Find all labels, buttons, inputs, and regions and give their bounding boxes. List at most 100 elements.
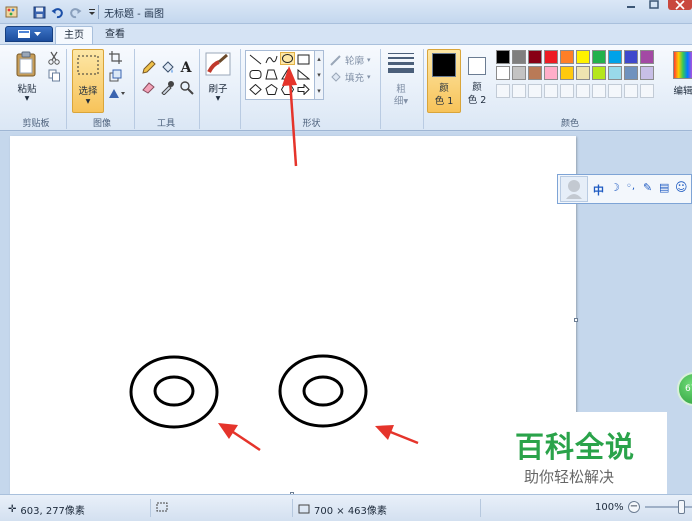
customize-toolbar-icon[interactable] [85, 5, 99, 19]
rectangle-shape-icon[interactable] [296, 53, 311, 66]
color-swatch[interactable] [576, 50, 590, 64]
custom-color-slot[interactable] [624, 84, 638, 98]
edit-colors-icon[interactable] [673, 51, 692, 79]
paint-app-icon[interactable] [5, 5, 19, 19]
cut-icon[interactable] [45, 49, 63, 66]
punctuation-icon[interactable]: ◦, [626, 181, 635, 192]
canvas-resize-handle-right[interactable] [574, 318, 578, 322]
crop-icon[interactable] [106, 49, 124, 66]
drawing-canvas[interactable] [10, 136, 576, 494]
custom-color-slot[interactable] [576, 84, 590, 98]
color-swatch[interactable] [560, 66, 574, 80]
color-swatch[interactable] [544, 50, 558, 64]
color-swatch[interactable] [640, 66, 654, 80]
select-icon [77, 55, 99, 75]
brush-icon[interactable] [204, 51, 232, 77]
fill-button[interactable]: 填充 ▾ [330, 70, 371, 84]
size-button[interactable]: 细▾ [386, 93, 416, 107]
color-swatch[interactable] [512, 66, 526, 80]
color-picker-icon[interactable] [158, 79, 176, 96]
custom-color-slot[interactable] [592, 84, 606, 98]
right-triangle-shape-icon[interactable] [296, 68, 311, 81]
menu-icon [18, 30, 30, 38]
moon-icon[interactable]: ☽ [610, 181, 620, 194]
right-outer-ellipse [278, 354, 368, 428]
line-shape-icon[interactable] [248, 53, 263, 66]
color-swatch[interactable] [640, 50, 654, 64]
zoom-slider-thumb[interactable] [678, 500, 685, 514]
brushes-chevron-icon[interactable]: ▾ [204, 93, 232, 104]
ime-mode-toggle[interactable]: 中 [593, 182, 604, 198]
keyboard-icon[interactable]: ▤ [659, 181, 669, 194]
close-icon[interactable] [668, 0, 692, 10]
ime-logo-icon[interactable] [560, 176, 588, 202]
tab-home[interactable]: 主页 [55, 26, 93, 44]
color2-button[interactable]: 颜 色 2 [465, 49, 491, 113]
color1-button[interactable]: 颜 色 1 [427, 49, 461, 113]
diamond-shape-icon[interactable] [248, 83, 263, 96]
ime-toolbar: 中 ☽ ◦, ✎ ▤ ☺ [557, 174, 692, 204]
wrench-icon[interactable]: ✎ [643, 181, 652, 194]
rotate-icon[interactable] [106, 85, 128, 102]
ellipse-shape-icon[interactable] [280, 52, 295, 65]
color-swatch[interactable] [544, 66, 558, 80]
zoom-out-button[interactable]: − [628, 501, 640, 513]
text-tool-icon[interactable]: A [177, 59, 195, 76]
fill-chevron-icon: ▾ [367, 73, 371, 81]
color-swatch[interactable] [624, 50, 638, 64]
pentagon-shape-icon[interactable] [264, 83, 279, 96]
color-swatch[interactable] [496, 66, 510, 80]
app-menu-button[interactable] [5, 26, 53, 42]
custom-color-slot[interactable] [496, 84, 510, 98]
outline-label: 轮廓 [345, 56, 365, 67]
shapes-scroll[interactable]: ▴ ▾ ▾ [315, 50, 324, 100]
color-swatch[interactable] [624, 66, 638, 80]
custom-color-slot[interactable] [512, 84, 526, 98]
custom-color-slot[interactable] [608, 84, 622, 98]
resize-icon[interactable] [106, 67, 124, 84]
edit-colors-button[interactable]: 编辑 [672, 83, 692, 97]
custom-color-slot[interactable] [640, 84, 654, 98]
curve-shape-icon[interactable] [264, 53, 279, 66]
rounded-rectangle-shape-icon[interactable] [248, 68, 263, 81]
fill-icon [331, 72, 341, 82]
select-button[interactable]: 选择 ▾ [72, 49, 104, 113]
color-swatch[interactable] [560, 50, 574, 64]
color-swatch[interactable] [592, 50, 606, 64]
color-swatch[interactable] [592, 66, 606, 80]
hexagon-shape-icon[interactable] [280, 83, 295, 96]
copy-icon[interactable] [45, 67, 63, 84]
polygon-shape-icon[interactable] [264, 68, 279, 81]
color-swatch[interactable] [496, 50, 510, 64]
group-separator [240, 49, 241, 129]
triangle-shape-icon[interactable] [280, 68, 295, 81]
left-inner-ellipse [153, 375, 195, 407]
paste-chevron-icon[interactable]: ▾ [12, 93, 42, 104]
tab-view[interactable]: 查看 [97, 26, 133, 44]
canvas-size-icon [298, 504, 310, 514]
color-swatch[interactable] [608, 66, 622, 80]
color-swatch[interactable] [512, 50, 526, 64]
custom-color-slot[interactable] [544, 84, 558, 98]
magnifier-icon[interactable] [177, 79, 195, 96]
save-icon[interactable] [32, 5, 46, 19]
arrow-shape-icon[interactable] [296, 83, 311, 96]
redo-icon[interactable] [68, 5, 82, 19]
paste-icon[interactable] [14, 50, 40, 78]
pencil-icon[interactable] [139, 59, 157, 76]
smiley-icon[interactable]: ☺ [675, 180, 688, 194]
fill-bucket-icon[interactable] [158, 59, 176, 76]
color-swatch[interactable] [528, 50, 542, 64]
color-swatch[interactable] [576, 66, 590, 80]
maximize-icon[interactable] [645, 0, 663, 10]
color-swatch[interactable] [608, 50, 622, 64]
watermark-title: 百科全说 [515, 430, 636, 464]
eraser-icon[interactable] [139, 79, 157, 96]
size-icon[interactable] [388, 53, 414, 73]
outline-button[interactable]: 轮廓 ▾ [330, 53, 371, 67]
custom-color-slot[interactable] [528, 84, 542, 98]
undo-icon[interactable] [50, 5, 64, 19]
minimize-icon[interactable] [622, 0, 640, 10]
custom-color-slot[interactable] [560, 84, 574, 98]
color-swatch[interactable] [528, 66, 542, 80]
